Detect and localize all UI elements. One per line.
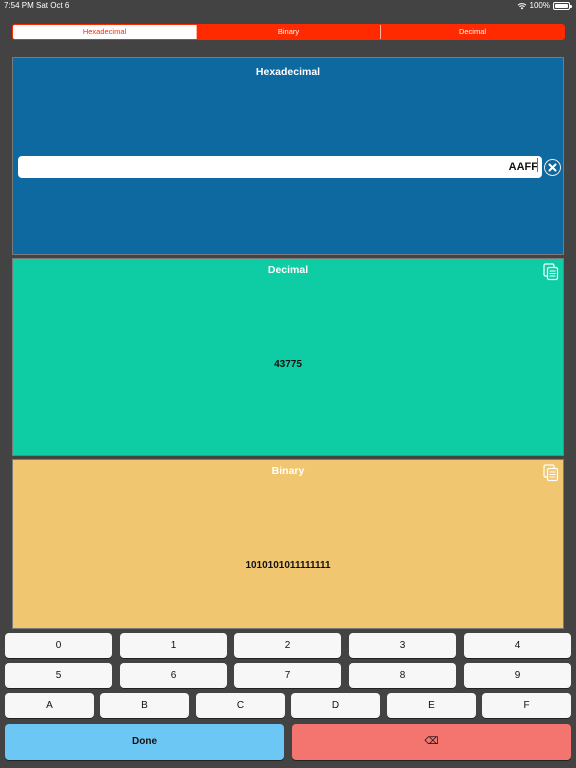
wifi-icon [517,3,526,10]
tab-binary[interactable]: Binary [196,25,380,39]
tab-decimal[interactable]: Decimal [380,25,564,39]
hex-keyboard: 0 1 2 3 4 5 6 7 8 9 A B C D E F Done ⌫ [0,629,576,768]
battery-icon [553,2,572,10]
key-b[interactable]: B [100,693,189,718]
hexadecimal-panel: Hexadecimal AAFF [12,57,564,255]
clear-input-button[interactable] [544,159,561,176]
hex-input-value: AAFF [508,161,538,173]
key-a[interactable]: A [5,693,94,718]
copy-icon[interactable] [543,263,559,281]
binary-value: 1010101011111111 [245,560,331,571]
status-bar: 7:54 PM Sat Oct 6 100% [0,0,576,14]
done-button[interactable]: Done [5,724,284,760]
binary-panel: Binary 1010101011111111 [12,459,564,629]
key-2[interactable]: 2 [234,633,341,658]
key-9[interactable]: 9 [464,663,571,688]
battery-percent: 100% [529,1,550,10]
backspace-button[interactable]: ⌫ [292,724,571,760]
decimal-panel-title: Decimal [267,264,309,276]
decimal-panel: Decimal 43775 [12,258,564,456]
clear-circle-icon [545,160,560,175]
key-d[interactable]: D [291,693,380,718]
status-time: 7:54 PM [4,1,34,10]
key-e[interactable]: E [387,693,476,718]
key-5[interactable]: 5 [5,663,112,688]
binary-panel-title: Binary [271,465,305,477]
key-4[interactable]: 4 [464,633,571,658]
decimal-value: 43775 [274,359,302,370]
key-c[interactable]: C [196,693,285,718]
tab-hexadecimal[interactable]: Hexadecimal [13,25,196,39]
key-8[interactable]: 8 [349,663,456,688]
text-cursor [537,158,538,172]
key-3[interactable]: 3 [349,633,456,658]
status-right: 100% [517,0,572,12]
hexadecimal-panel-title: Hexadecimal [255,66,321,78]
key-0[interactable]: 0 [5,633,112,658]
mode-segmented-control: Hexadecimal Binary Decimal [12,24,565,40]
key-7[interactable]: 7 [234,663,341,688]
key-f[interactable]: F [482,693,571,718]
key-6[interactable]: 6 [120,663,227,688]
key-1[interactable]: 1 [120,633,227,658]
hex-input[interactable]: AAFF [18,156,542,178]
status-date: Sat Oct 6 [36,1,70,10]
copy-icon[interactable] [543,464,559,482]
